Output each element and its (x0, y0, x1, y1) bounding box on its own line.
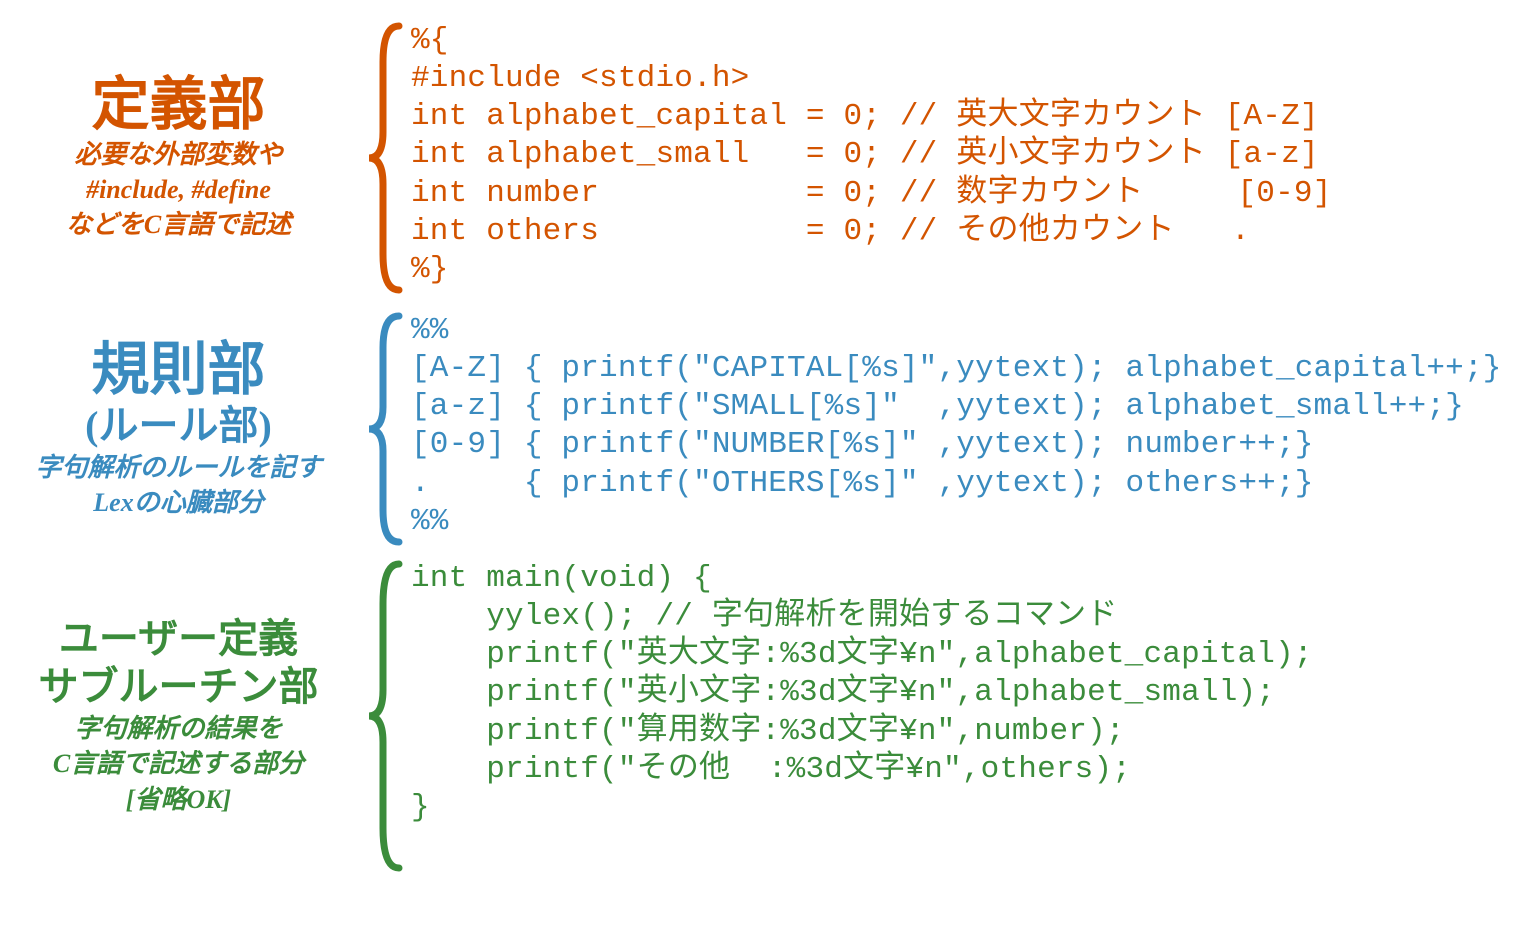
section-subroutine-title2: サブルーチン部 (39, 663, 319, 711)
section-rules-subtitle: (ルール部) (85, 402, 272, 450)
section-definition-desc3: などをC言語で記述 (66, 207, 291, 242)
section-subroutine-desc1: 字句解析の結果を (74, 711, 282, 746)
section-subroutine-desc3: [省略OK] (126, 782, 231, 817)
code-subroutine: int main(void) { yylex(); // 字句解析を開始するコマ… (405, 560, 1520, 872)
section-definition-desc2: #include, #define (86, 172, 271, 207)
section-definition-label: 定義部 必要な外部変数や #include, #define などをC言語で記述 (0, 22, 365, 294)
section-definition-desc1: 必要な外部変数や (74, 137, 282, 172)
section-rules-label: 規則部 (ルール部) 字句解析のルールを記す Lexの心臓部分 (0, 312, 365, 546)
code-rules: %% [A-Z] { printf("CAPITAL[%s]",yytext);… (405, 312, 1520, 546)
section-definition: 定義部 必要な外部変数や #include, #define などをC言語で記述… (0, 22, 1520, 294)
section-subroutine-desc2: C言語で記述する部分 (53, 746, 304, 781)
section-rules-title: 規則部 (91, 338, 265, 402)
bracket-subroutine (365, 560, 405, 872)
section-rules-desc2: Lexの心臓部分 (93, 485, 263, 520)
section-subroutine: ユーザー定義 サブルーチン部 字句解析の結果を C言語で記述する部分 [省略OK… (0, 560, 1520, 872)
diagram-root: 定義部 必要な外部変数や #include, #define などをC言語で記述… (0, 22, 1520, 939)
section-rules-desc1: 字句解析のルールを記す (35, 450, 321, 485)
section-subroutine-label: ユーザー定義 サブルーチン部 字句解析の結果を C言語で記述する部分 [省略OK… (0, 560, 365, 872)
section-rules: 規則部 (ルール部) 字句解析のルールを記す Lexの心臓部分 %% [A-Z]… (0, 312, 1520, 546)
section-definition-title: 定義部 (91, 73, 265, 137)
bracket-rules (365, 312, 405, 546)
section-subroutine-title1: ユーザー定義 (59, 615, 298, 663)
bracket-definition (365, 22, 405, 294)
code-definition: %{ #include <stdio.h> int alphabet_capit… (405, 22, 1520, 294)
